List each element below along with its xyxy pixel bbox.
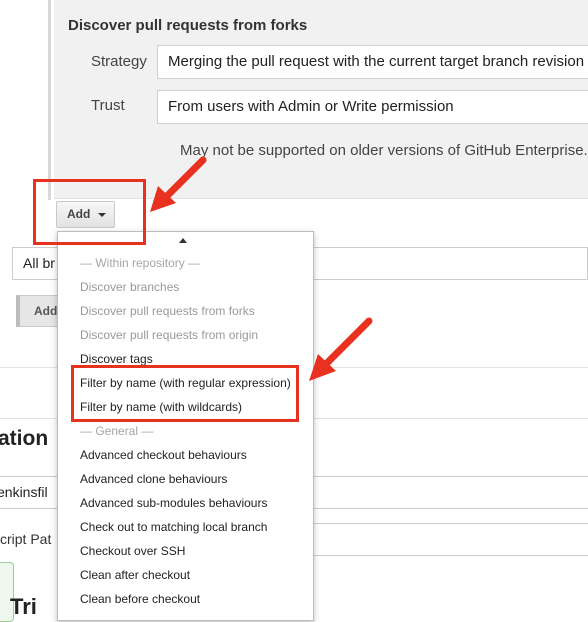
arrow-icon xyxy=(309,317,373,381)
annotation-arrows xyxy=(150,156,373,381)
arrow-icon xyxy=(150,156,207,212)
